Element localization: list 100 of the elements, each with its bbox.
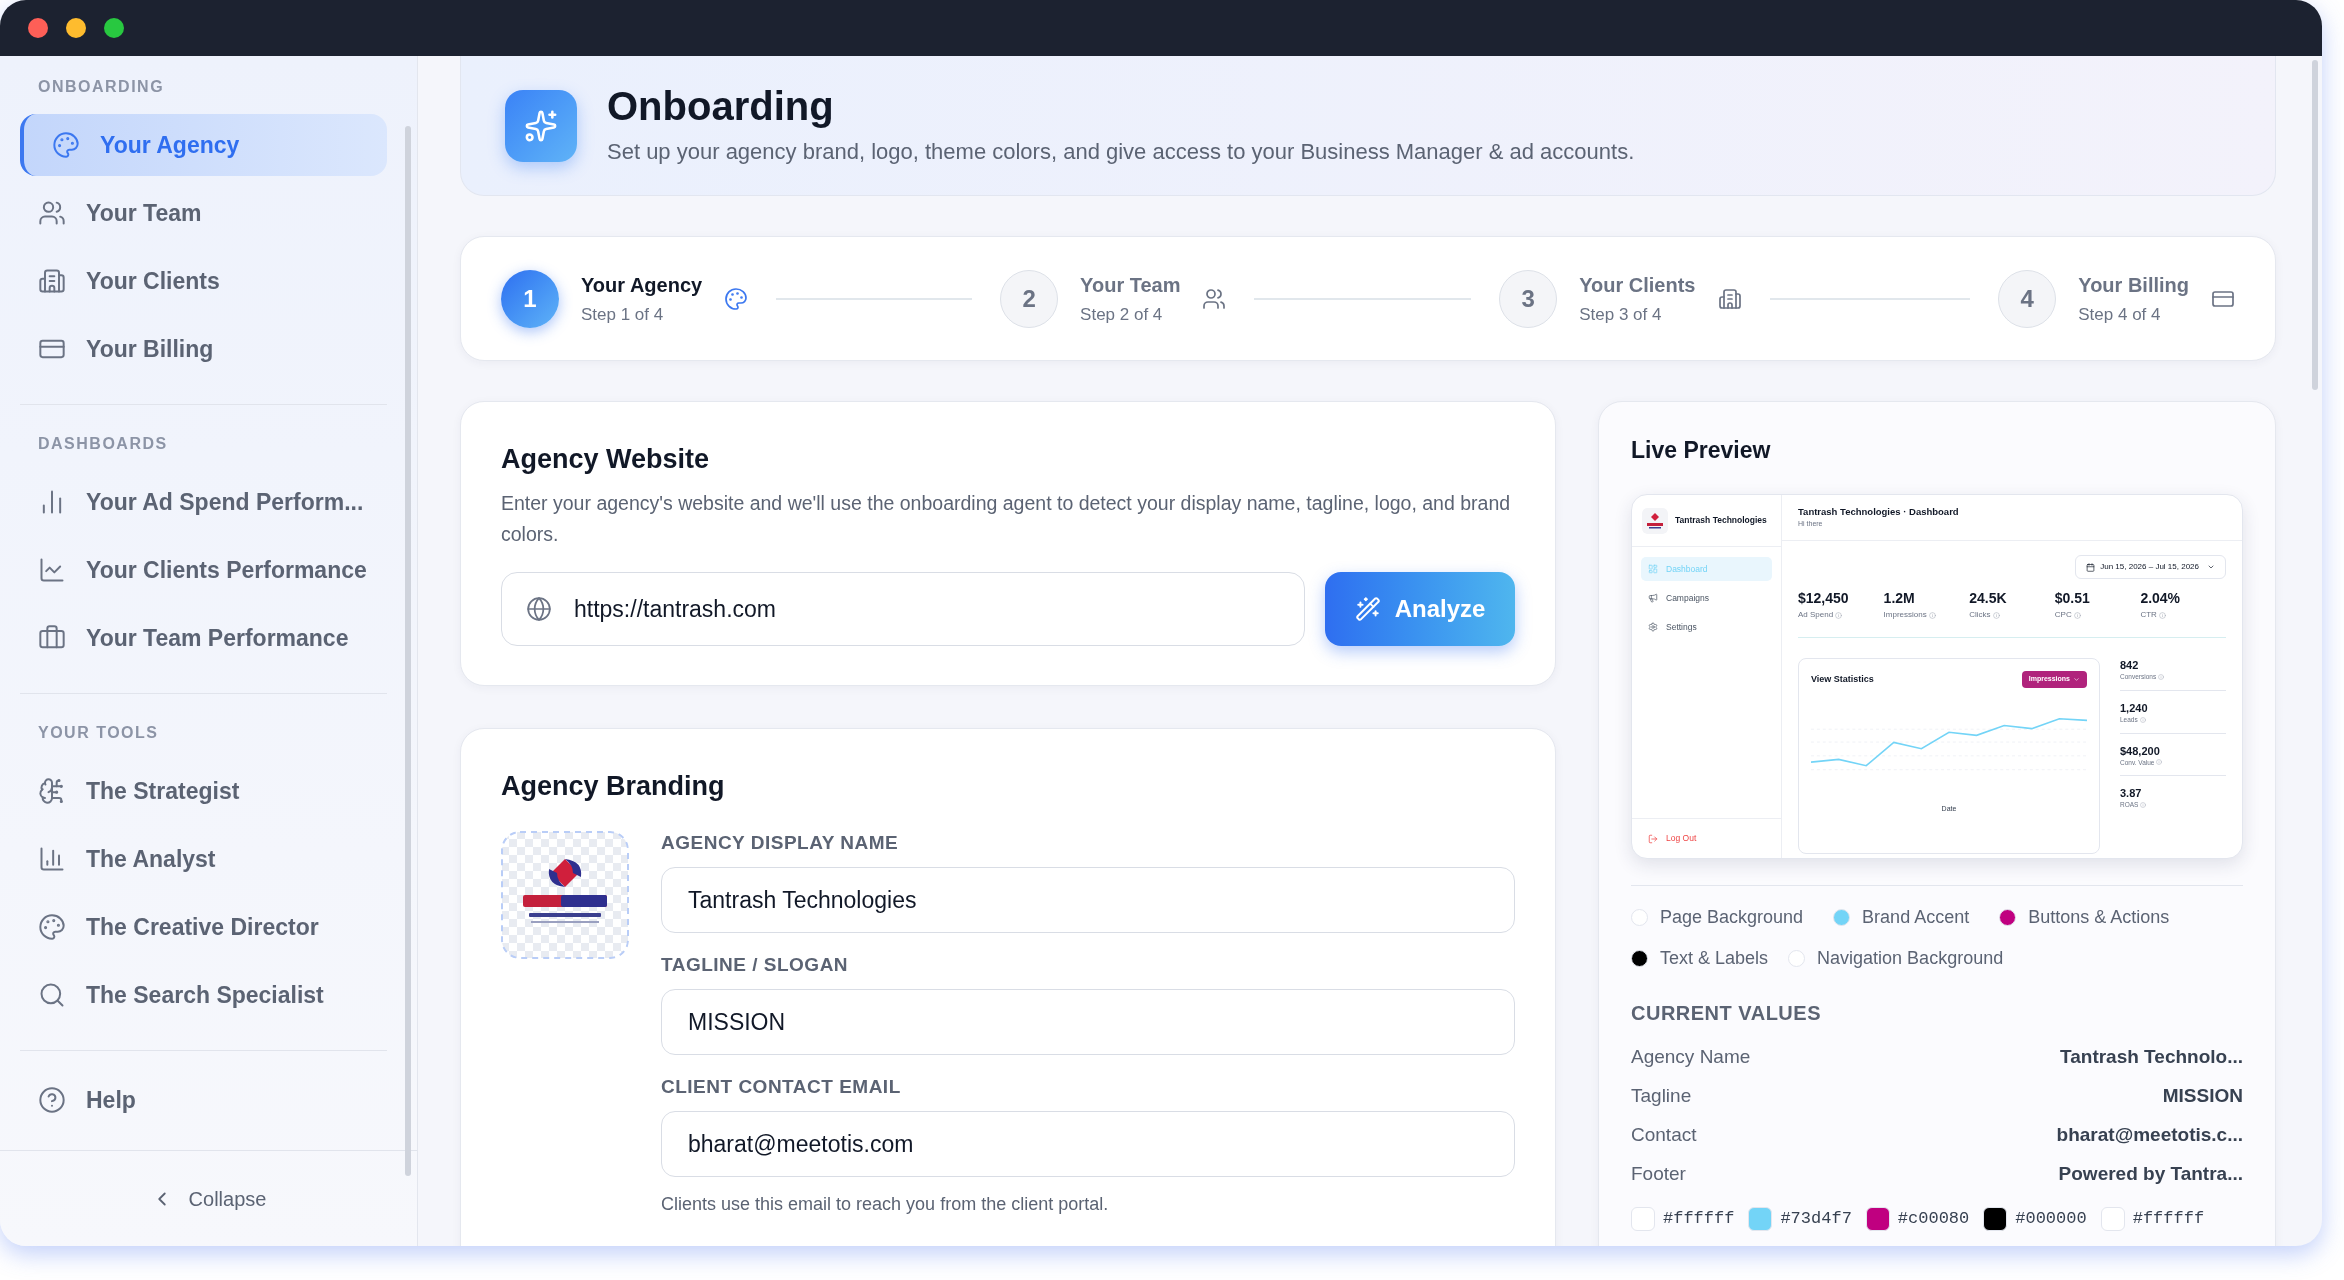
legend-label: Navigation Background bbox=[1817, 947, 2004, 970]
section-heading: YOUR TOOLS bbox=[37, 723, 160, 743]
analyze-button[interactable]: Analyze bbox=[1325, 572, 1515, 646]
value-text: MISSION bbox=[2162, 1084, 2243, 1109]
value-label: Contact bbox=[1631, 1123, 1697, 1148]
info-icon bbox=[2158, 611, 2166, 619]
step-number[interactable]: 3 bbox=[1499, 269, 1558, 328]
stat-value: 2.04% bbox=[2140, 589, 2182, 607]
step-subtitle: Step 1 of 4 bbox=[581, 303, 665, 326]
info-icon bbox=[2139, 716, 2146, 723]
hex-code: #ffffff bbox=[1663, 1208, 1735, 1230]
sidebar-item[interactable]: The Strategist bbox=[20, 760, 387, 822]
stat-value: 3.87 bbox=[2120, 786, 2143, 801]
help-link[interactable]: Help bbox=[20, 1069, 387, 1131]
step-title: Your Agency bbox=[581, 272, 703, 298]
legend-label: Brand Accent bbox=[1862, 906, 1970, 929]
sidebar-item[interactable]: Your Agency bbox=[20, 114, 387, 176]
info-icon bbox=[1928, 611, 1936, 619]
nav-item[interactable]: Settings bbox=[1641, 615, 1772, 639]
stat-label: Clicks bbox=[1969, 609, 1991, 621]
legend-label: Buttons & Actions bbox=[2028, 906, 2170, 929]
brain-icon bbox=[38, 777, 66, 805]
stat-value: $0.51 bbox=[2054, 589, 2091, 607]
stat-value: 1,240 bbox=[2120, 700, 2149, 715]
calendar-icon bbox=[2086, 562, 2096, 572]
card-title: Agency Branding bbox=[501, 770, 726, 803]
text-field[interactable]: bharat@meetotis.com bbox=[661, 1111, 1515, 1177]
nav-item[interactable]: Campaigns bbox=[1641, 586, 1772, 610]
step-subtitle: Step 3 of 4 bbox=[1579, 303, 1663, 326]
step-title: Your Clients bbox=[1579, 272, 1696, 298]
hex-code: #73d4f7 bbox=[1780, 1208, 1852, 1230]
info-icon bbox=[2073, 611, 2081, 619]
stat-label: CTR bbox=[2140, 609, 2157, 621]
stat-value: $48,200 bbox=[2120, 743, 2161, 758]
info-icon bbox=[2156, 759, 2163, 766]
preview-title: Tantrash Technologies · Dashboard bbox=[1798, 505, 1960, 520]
step-subtitle: Step 4 of 4 bbox=[2078, 303, 2162, 326]
scrollbar[interactable] bbox=[2312, 60, 2318, 390]
sidebar-item[interactable]: Your Clients Performance bbox=[20, 539, 387, 601]
step-title: Your Team bbox=[1080, 272, 1181, 298]
card-title: Live Preview bbox=[1631, 436, 1772, 464]
stat-value: 1.2M bbox=[1883, 589, 1916, 607]
legend-label: Page Background bbox=[1660, 906, 1804, 929]
step-number[interactable]: 1 bbox=[501, 269, 559, 328]
building-icon bbox=[1717, 286, 1742, 311]
page-subtitle: Set up your agency brand, logo, theme colors, and give access to your Business Manager & ad accounts. bbox=[607, 138, 1635, 166]
hex-code: #ffffff bbox=[2132, 1208, 2205, 1230]
info-icon bbox=[2140, 802, 2147, 809]
chart-title: View Statistics bbox=[1811, 672, 1874, 686]
building-icon bbox=[38, 267, 66, 295]
logout-icon bbox=[1648, 833, 1658, 844]
chevron-down-icon bbox=[2207, 563, 2215, 571]
stat-label: CPC bbox=[2054, 609, 2072, 621]
scrollbar[interactable] bbox=[405, 126, 411, 1176]
collapse-button[interactable]: Collapse bbox=[150, 1183, 267, 1214]
palette-icon bbox=[724, 286, 749, 311]
sidebar-item[interactable]: The Creative Director bbox=[20, 896, 387, 958]
sidebar-item[interactable]: The Search Specialist bbox=[20, 964, 387, 1026]
step-number[interactable]: 2 bbox=[1000, 269, 1059, 328]
section-heading: ONBOARDING bbox=[37, 77, 166, 97]
sidebar-item[interactable]: Your Ad Spend Perform... bbox=[20, 471, 387, 533]
helper-text: Clients use this email to reach you from the client portal. bbox=[661, 1193, 1110, 1216]
text-field[interactable]: MISSION bbox=[661, 989, 1515, 1055]
palette-icon bbox=[52, 131, 80, 159]
sidebar-item[interactable]: Your Billing bbox=[20, 318, 387, 380]
info-icon bbox=[1992, 611, 2000, 619]
sidebar-item[interactable]: Your Team bbox=[20, 182, 387, 244]
value-text: Tantrash Technolo... bbox=[2060, 1045, 2243, 1070]
step-subtitle: Step 2 of 4 bbox=[1080, 303, 1164, 326]
field-label: TAGLINE / SLOGAN bbox=[661, 953, 850, 977]
date-range-picker[interactable]: Jun 15, 2026 – Jul 15, 2026 bbox=[2075, 555, 2226, 579]
logout-link[interactable]: Log Out bbox=[1648, 832, 1697, 845]
stat-label: Ad Spend bbox=[1798, 609, 1834, 621]
value-text: Powered by Tantra... bbox=[2058, 1162, 2243, 1187]
value-text: bharat@meetotis.c... bbox=[2056, 1123, 2243, 1148]
search-icon bbox=[38, 981, 66, 1009]
field-label: AGENCY DISPLAY NAME bbox=[661, 831, 900, 855]
page-title: Onboarding bbox=[607, 83, 835, 129]
help-icon bbox=[38, 1086, 66, 1114]
wand-icon bbox=[1354, 596, 1381, 622]
section-heading: CURRENT VALUES bbox=[1631, 1001, 1822, 1026]
stat-value: 842 bbox=[2120, 658, 2140, 672]
sidebar-item[interactable]: The Analyst bbox=[20, 828, 387, 890]
chevron-down-icon bbox=[2073, 676, 2080, 683]
text-field[interactable]: Tantrash Technologies bbox=[661, 867, 1515, 933]
hex-code: #c00080 bbox=[1897, 1208, 1970, 1230]
users-icon bbox=[38, 199, 66, 227]
globe-icon bbox=[526, 596, 552, 622]
value-label: Agency Name bbox=[1631, 1045, 1751, 1070]
url-field[interactable]: https://tantrash.com bbox=[501, 572, 1305, 646]
stat-label: Impressions bbox=[1883, 609, 1927, 621]
users-icon bbox=[1202, 286, 1227, 311]
step-title: Your Billing bbox=[2078, 272, 2189, 298]
hex-code: #000000 bbox=[2015, 1208, 2087, 1230]
step-number[interactable]: 4 bbox=[1998, 269, 2057, 328]
bar-chart-icon bbox=[38, 845, 66, 873]
sidebar-item[interactable]: Your Team Performance bbox=[20, 607, 387, 669]
field-label: CLIENT CONTACT EMAIL bbox=[661, 1075, 902, 1099]
dashboard-icon bbox=[1648, 564, 1658, 574]
sidebar-item[interactable]: Your Clients bbox=[20, 250, 387, 312]
